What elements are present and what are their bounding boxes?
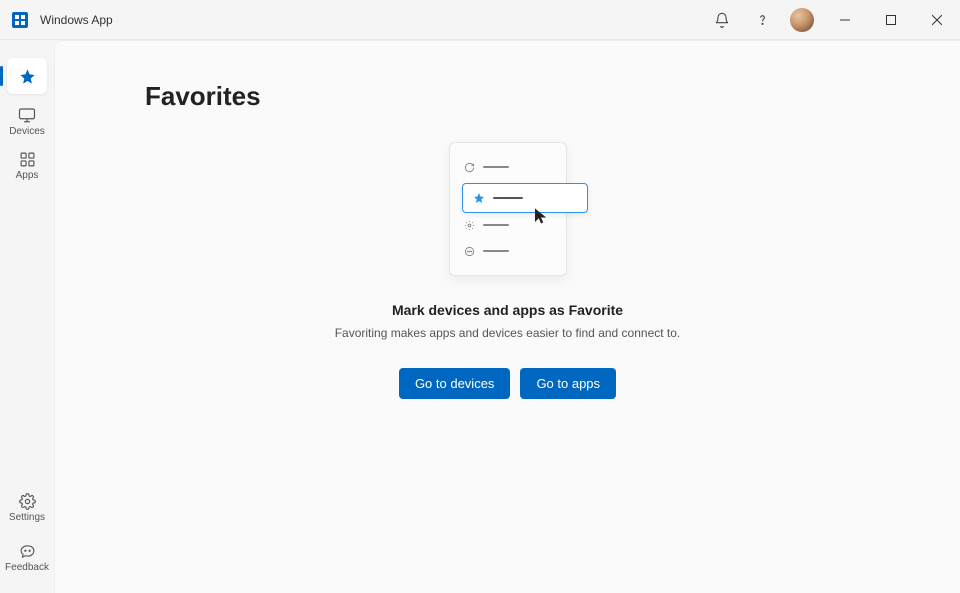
dots-icon xyxy=(464,246,475,257)
close-button[interactable] xyxy=(914,0,960,40)
sidebar-item-favorites[interactable] xyxy=(7,58,47,94)
notifications-button[interactable] xyxy=(702,0,742,40)
sidebar-item-apps[interactable]: Apps xyxy=(3,147,51,183)
sidebar-item-feedback[interactable]: Feedback xyxy=(3,539,51,575)
star-icon xyxy=(19,68,36,85)
empty-state: Mark devices and apps as Favorite Favori… xyxy=(145,142,870,399)
app-logo-icon xyxy=(12,12,28,28)
sidebar-item-settings[interactable]: Settings xyxy=(3,489,51,525)
titlebar-actions xyxy=(702,0,822,40)
window-controls xyxy=(822,0,960,40)
app-title: Windows App xyxy=(40,13,113,27)
illustration-highlight xyxy=(462,183,588,213)
gear-icon xyxy=(19,493,36,510)
sidebar-item-label: Devices xyxy=(9,126,45,137)
feedback-icon xyxy=(19,543,36,560)
go-to-apps-button[interactable]: Go to apps xyxy=(520,368,616,399)
monitor-icon xyxy=(18,106,36,124)
sidebar-item-label: Settings xyxy=(9,512,45,523)
avatar[interactable] xyxy=(790,8,814,32)
empty-state-illustration xyxy=(449,142,567,276)
apps-icon xyxy=(19,151,36,168)
page-title: Favorites xyxy=(145,81,870,112)
gear-icon xyxy=(464,220,475,231)
sidebar-item-label: Feedback xyxy=(5,562,49,573)
empty-state-subtext: Favoriting makes apps and devices easier… xyxy=(335,326,681,340)
empty-state-heading: Mark devices and apps as Favorite xyxy=(392,302,623,318)
maximize-button[interactable] xyxy=(868,0,914,40)
go-to-devices-button[interactable]: Go to devices xyxy=(399,368,511,399)
titlebar: Windows App xyxy=(0,0,960,40)
sidebar-item-label: Apps xyxy=(16,170,39,181)
help-button[interactable] xyxy=(742,0,782,40)
minimize-button[interactable] xyxy=(822,0,868,40)
cursor-icon xyxy=(532,207,550,230)
main-content: Favorites xyxy=(54,40,960,593)
sidebar: Devices Apps Settings Feedback xyxy=(0,40,54,593)
sidebar-item-devices[interactable]: Devices xyxy=(3,102,51,139)
refresh-icon xyxy=(464,162,475,173)
star-icon xyxy=(473,192,485,204)
cta-row: Go to devices Go to apps xyxy=(399,368,616,399)
